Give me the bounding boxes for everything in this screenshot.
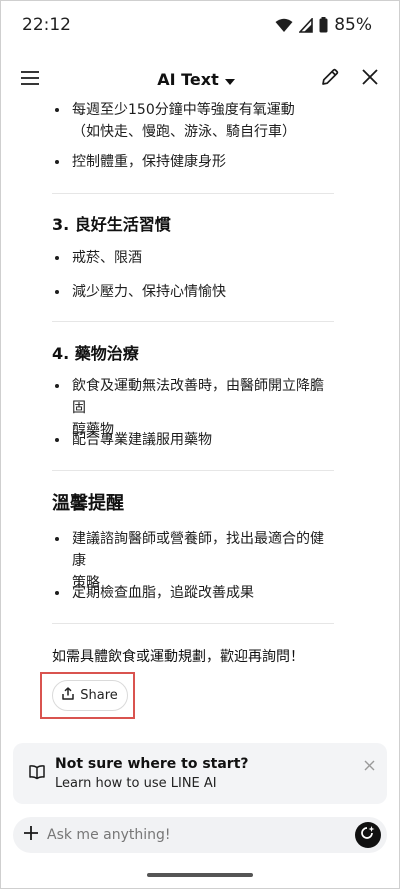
list-item: 控制體重，保持健康身形 (52, 151, 334, 173)
list-item: 戒菸、限酒 (52, 247, 334, 269)
divider (52, 321, 334, 322)
share-icon (62, 687, 74, 704)
list-item-text: 戒菸、限酒 (72, 250, 142, 266)
book-icon (29, 764, 45, 784)
section-heading: 4. 藥物治療 (52, 344, 139, 363)
list-item-text: 控制體重，保持健康身形 (72, 154, 226, 170)
list-item-text: 配合專業建議服用藥物 (72, 432, 212, 448)
status-time: 22:12 (22, 15, 71, 35)
chat-content[interactable]: 每週至少150分鐘中等強度有氧運動 （如快走、慢跑、游泳、騎自行車） 控制體重，… (0, 96, 400, 732)
list-item-text: （如快走、慢跑、游泳、騎自行車） (72, 124, 296, 140)
tip-card[interactable]: Not sure where to start? Learn how to us… (13, 743, 387, 804)
close-icon (362, 69, 378, 89)
divider (52, 623, 334, 624)
divider (52, 193, 334, 194)
list-item-text: 定期檢查血脂，追蹤改善成果 (72, 585, 254, 601)
section-heading: 溫馨提醒 (52, 493, 124, 514)
cell-signal-icon (299, 17, 314, 33)
share-button[interactable]: Share (52, 680, 128, 711)
title-dropdown[interactable]: AI Text (157, 70, 235, 89)
chat-input-bar (13, 817, 387, 853)
list-item: 配合專業建議服用藥物 (52, 429, 334, 451)
page-title: AI Text (157, 69, 219, 89)
pencil-icon (320, 67, 340, 91)
list-item: 減少壓力、保持心情愉快 (52, 281, 334, 303)
dismiss-icon[interactable] (364, 756, 375, 775)
list-item: 每週至少150分鐘中等強度有氧運動 （如快走、慢跑、游泳、騎自行車） (52, 99, 334, 143)
list-item-text: 每週至少150分鐘中等強度有氧運動 (72, 102, 295, 118)
status-icons: 85% (275, 15, 372, 35)
list-item-text: 建議諮詢醫師或營養師，找出最適合的健康 (72, 531, 324, 569)
section-heading: 3. 良好生活習慣 (52, 215, 171, 234)
tip-subtitle: Learn how to use LINE AI (55, 775, 217, 791)
tip-text: Not sure where to start? Learn how to us… (55, 754, 364, 794)
close-button[interactable] (354, 63, 386, 95)
tip-title: Not sure where to start? (55, 755, 249, 772)
status-bar: 22:12 85% (0, 0, 400, 50)
ai-send-button[interactable] (355, 822, 381, 848)
list-item: 定期檢查血脂，追蹤改善成果 (52, 582, 334, 604)
header-actions (314, 63, 386, 95)
ask-input[interactable] (47, 827, 355, 843)
divider (52, 470, 334, 471)
battery-percent: 85% (334, 15, 372, 35)
list-item-text: 飲食及運動無法改善時，由醫師開立降膽固 (72, 378, 324, 416)
closing-text: 如需具體飲食或運動規劃，歡迎再詢問！ (52, 649, 304, 665)
share-label: Share (80, 688, 118, 703)
sparkle-icon (360, 825, 376, 845)
home-indicator (147, 873, 253, 877)
hamburger-icon (21, 70, 39, 89)
list-item-text: 減少壓力、保持心情愉快 (72, 284, 226, 300)
edit-button[interactable] (314, 63, 346, 95)
battery-icon (319, 17, 328, 33)
menu-button[interactable] (14, 63, 46, 95)
caret-down-icon (224, 70, 235, 89)
add-icon[interactable] (23, 825, 39, 845)
wifi-icon (275, 18, 293, 33)
